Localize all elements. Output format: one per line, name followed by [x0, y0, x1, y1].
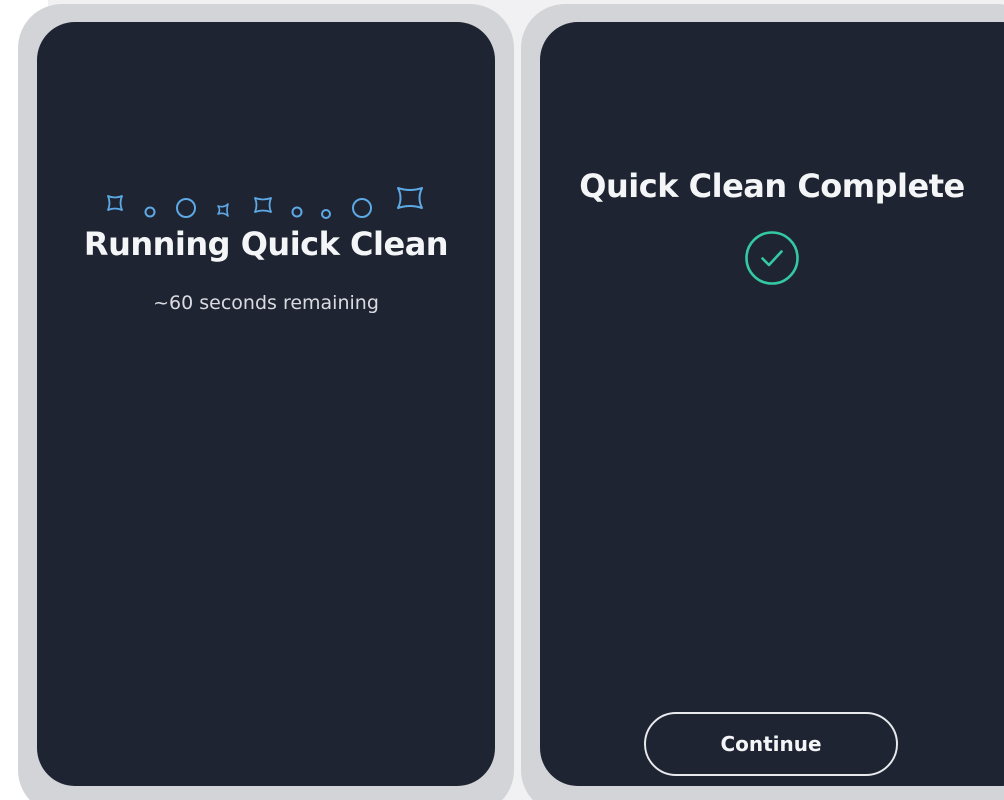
complete-title: Quick Clean Complete: [579, 167, 965, 205]
complete-screen: [540, 22, 1004, 786]
running-title: Running Quick Clean: [83, 225, 449, 263]
continue-button[interactable]: Continue: [644, 712, 898, 776]
running-screen: [37, 22, 495, 786]
time-remaining: ~60 seconds remaining: [153, 292, 379, 314]
sparkles-icon: [100, 184, 430, 224]
check-circle-icon: [744, 230, 800, 286]
